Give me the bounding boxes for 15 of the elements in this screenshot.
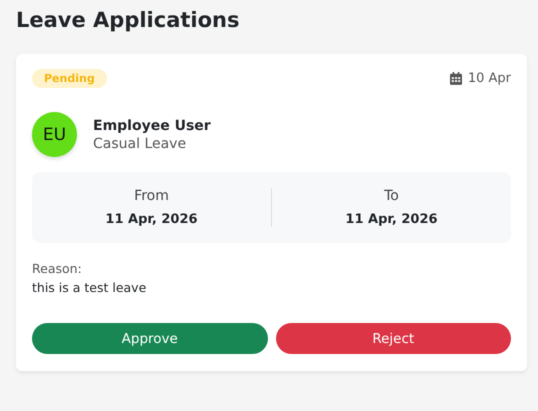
reason-text: this is a test leave bbox=[32, 280, 148, 295]
period-label: To bbox=[384, 188, 399, 204]
period-label: From bbox=[134, 188, 169, 204]
approve-button[interactable]: Approve bbox=[32, 323, 268, 354]
period-date: 11 Apr, 2026 bbox=[105, 212, 198, 227]
leave-type: Casual Leave bbox=[93, 136, 188, 152]
reason-label: Reason: bbox=[32, 261, 83, 276]
status-badge: Pending bbox=[32, 69, 107, 88]
calendar-icon bbox=[450, 72, 462, 85]
page-title: Leave Applications bbox=[16, 7, 240, 34]
employee-name: Employee User bbox=[93, 118, 211, 134]
application-date: 10 Apr bbox=[468, 71, 511, 86]
period-date: 11 Apr, 2026 bbox=[345, 212, 438, 227]
avatar: EU bbox=[32, 112, 77, 157]
reject-button[interactable]: Reject bbox=[276, 323, 511, 354]
